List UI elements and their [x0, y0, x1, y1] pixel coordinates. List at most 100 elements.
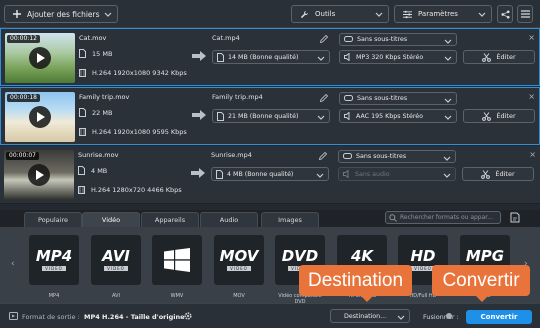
source-file-size-group: 4 MB [78, 166, 107, 175]
hamburger-menu-icon [520, 10, 530, 18]
pencil-icon[interactable] [316, 150, 330, 162]
audio-value: MP3 320 Kbps Stéréo [356, 53, 424, 61]
format-logo-text: DVD [281, 247, 319, 265]
bottom-bar: Format de sortie : MP4 H.264 - Taille d'… [0, 303, 540, 328]
audio-select[interactable]: AAC 195 Kbps Stéréo [339, 109, 457, 123]
duration-badge: 00:00:18 [7, 94, 40, 102]
source-file-name: Family trip.mov [79, 93, 130, 101]
play-icon[interactable] [29, 47, 51, 69]
play-icon[interactable] [28, 164, 50, 186]
format-label: AVI [112, 293, 120, 299]
menu-button[interactable] [517, 5, 533, 23]
format-logo-subtext: VIDEO [42, 266, 66, 271]
format-search-input[interactable]: Rechercher formats ou appar... [385, 211, 501, 224]
output-size-select[interactable]: 21 MB (Bonne qualité) [212, 109, 330, 123]
source-file-info-group: H.264 1280x720 4466 Kbps [78, 186, 182, 194]
output-size-value: 21 MB (Bonne qualité) [228, 112, 299, 120]
file-icon [79, 49, 86, 58]
edit-label: Éditer [496, 112, 516, 120]
format-card[interactable]: MP4 VIDEO MP4 [27, 235, 81, 299]
settings-label: Paramètres [418, 10, 458, 18]
chevron-down-icon [478, 10, 486, 18]
output-size-select[interactable]: 14 MB (Bonne qualité) [212, 50, 330, 64]
tab-audio[interactable]: Audio [200, 212, 258, 227]
tab-populaire[interactable]: Populaire [24, 212, 82, 227]
video-thumbnail[interactable]: 00:00:07 [4, 150, 74, 200]
share-button[interactable] [497, 5, 513, 23]
source-file-size: 4 MB [91, 166, 108, 175]
tab-images[interactable]: Images [261, 212, 319, 227]
format-logo-text: MOV [219, 247, 259, 265]
edit-button[interactable]: Éditer [462, 167, 534, 181]
subtitles-select[interactable]: Sans sous-titres [338, 150, 456, 163]
output-size-select[interactable]: 4 MB (Bonne qualité) [211, 167, 329, 181]
play-icon[interactable] [29, 106, 51, 128]
chevron-left-icon[interactable]: ‹ [11, 259, 15, 269]
audio-value: AAC 195 Kbps Stéréo [356, 112, 424, 120]
source-file-info: H.264 1280x720 4466 Kbps [91, 186, 182, 194]
format-logo-text: 4K [350, 247, 374, 265]
pencil-icon[interactable] [317, 92, 331, 104]
close-icon[interactable]: × [529, 150, 536, 159]
search-placeholder: Rechercher formats ou appar... [400, 214, 493, 221]
format-icon: MOV VIDEO [214, 235, 264, 285]
settings-button[interactable]: Paramètres [394, 5, 492, 23]
chevron-down-icon [316, 171, 324, 179]
chevron-down-icon [317, 113, 325, 121]
chevron-down-icon [444, 37, 452, 45]
film-icon [79, 69, 86, 77]
audio-value: Sans audio [355, 170, 390, 178]
format-card[interactable]: WMV [150, 235, 204, 299]
subtitles-select[interactable]: Sans sous-titres [339, 33, 457, 46]
video-format-icon [9, 312, 18, 320]
close-icon[interactable]: × [528, 33, 535, 42]
format-card[interactable]: MOV VIDEO MOV [212, 235, 266, 299]
output-size-value: 4 MB (Bonne qualité) [227, 170, 294, 178]
close-icon[interactable]: × [528, 92, 535, 101]
source-file-size-group: 15 MB [79, 49, 112, 58]
output-format-value[interactable]: MP4 H.264 - Taille d'origine [84, 313, 185, 321]
output-file-name[interactable]: Family trip.mp4 [212, 93, 263, 101]
tools-button[interactable]: Outils [291, 5, 389, 23]
format-card[interactable]: AVI VIDEO AVI [89, 235, 143, 299]
file-row[interactable]: 00:00:12 Cat.mov 15 MB H.264 1920x1080 9… [0, 28, 540, 86]
sliders-icon [403, 10, 412, 19]
search-icon [389, 214, 397, 222]
windows-logo-icon [164, 248, 190, 272]
file-row[interactable]: 00:00:07 Sunrise.mov 4 MB H.264 1280x720… [0, 146, 540, 204]
edit-button[interactable]: Éditer [463, 109, 535, 123]
source-file-size-group: 22 MB [79, 108, 112, 117]
speech-bubble-icon [344, 95, 353, 102]
convert-arrow-icon [192, 110, 208, 120]
file-row[interactable]: 00:00:18 Family trip.mov 22 MB H.264 192… [0, 87, 540, 145]
merge-label: Fusionner : [423, 313, 459, 321]
audio-select: Sans audio [338, 167, 456, 181]
convert-button[interactable]: Convertir [466, 310, 532, 324]
destination-value: Destination... [344, 312, 387, 320]
scissors-icon [482, 111, 492, 121]
chevron-down-icon [397, 313, 405, 321]
chevron-down-icon [444, 54, 452, 62]
pencil-icon[interactable] [317, 33, 331, 45]
output-file-name[interactable]: Cat.mp4 [212, 34, 240, 42]
format-logo-text: MP4 [35, 247, 73, 265]
destination-select[interactable]: Destination... [330, 309, 410, 323]
tab-appareils[interactable]: Appareils [141, 212, 199, 227]
chevron-down-icon [317, 54, 325, 62]
video-thumbnail[interactable]: 00:00:18 [5, 92, 75, 142]
scissors-icon [481, 169, 491, 179]
format-label: MP4 [48, 293, 60, 299]
format-icon [152, 235, 202, 285]
format-settings-icon[interactable] [508, 211, 522, 224]
edit-button[interactable]: Éditer [463, 50, 535, 64]
audio-select[interactable]: MP3 320 Kbps Stéréo [339, 50, 457, 64]
subtitles-select[interactable]: Sans sous-titres [339, 92, 457, 105]
merge-toggle[interactable] [446, 313, 452, 319]
add-files-button[interactable]: Ajouter des fichiers [4, 5, 118, 23]
tab-vid-o[interactable]: Vidéo [82, 212, 140, 227]
output-file-name[interactable]: Sunrise.mp4 [211, 151, 252, 159]
scissors-icon [482, 52, 492, 62]
gear-icon[interactable] [183, 311, 193, 321]
video-thumbnail[interactable]: 00:00:12 [5, 33, 75, 83]
file-icon [79, 108, 86, 117]
